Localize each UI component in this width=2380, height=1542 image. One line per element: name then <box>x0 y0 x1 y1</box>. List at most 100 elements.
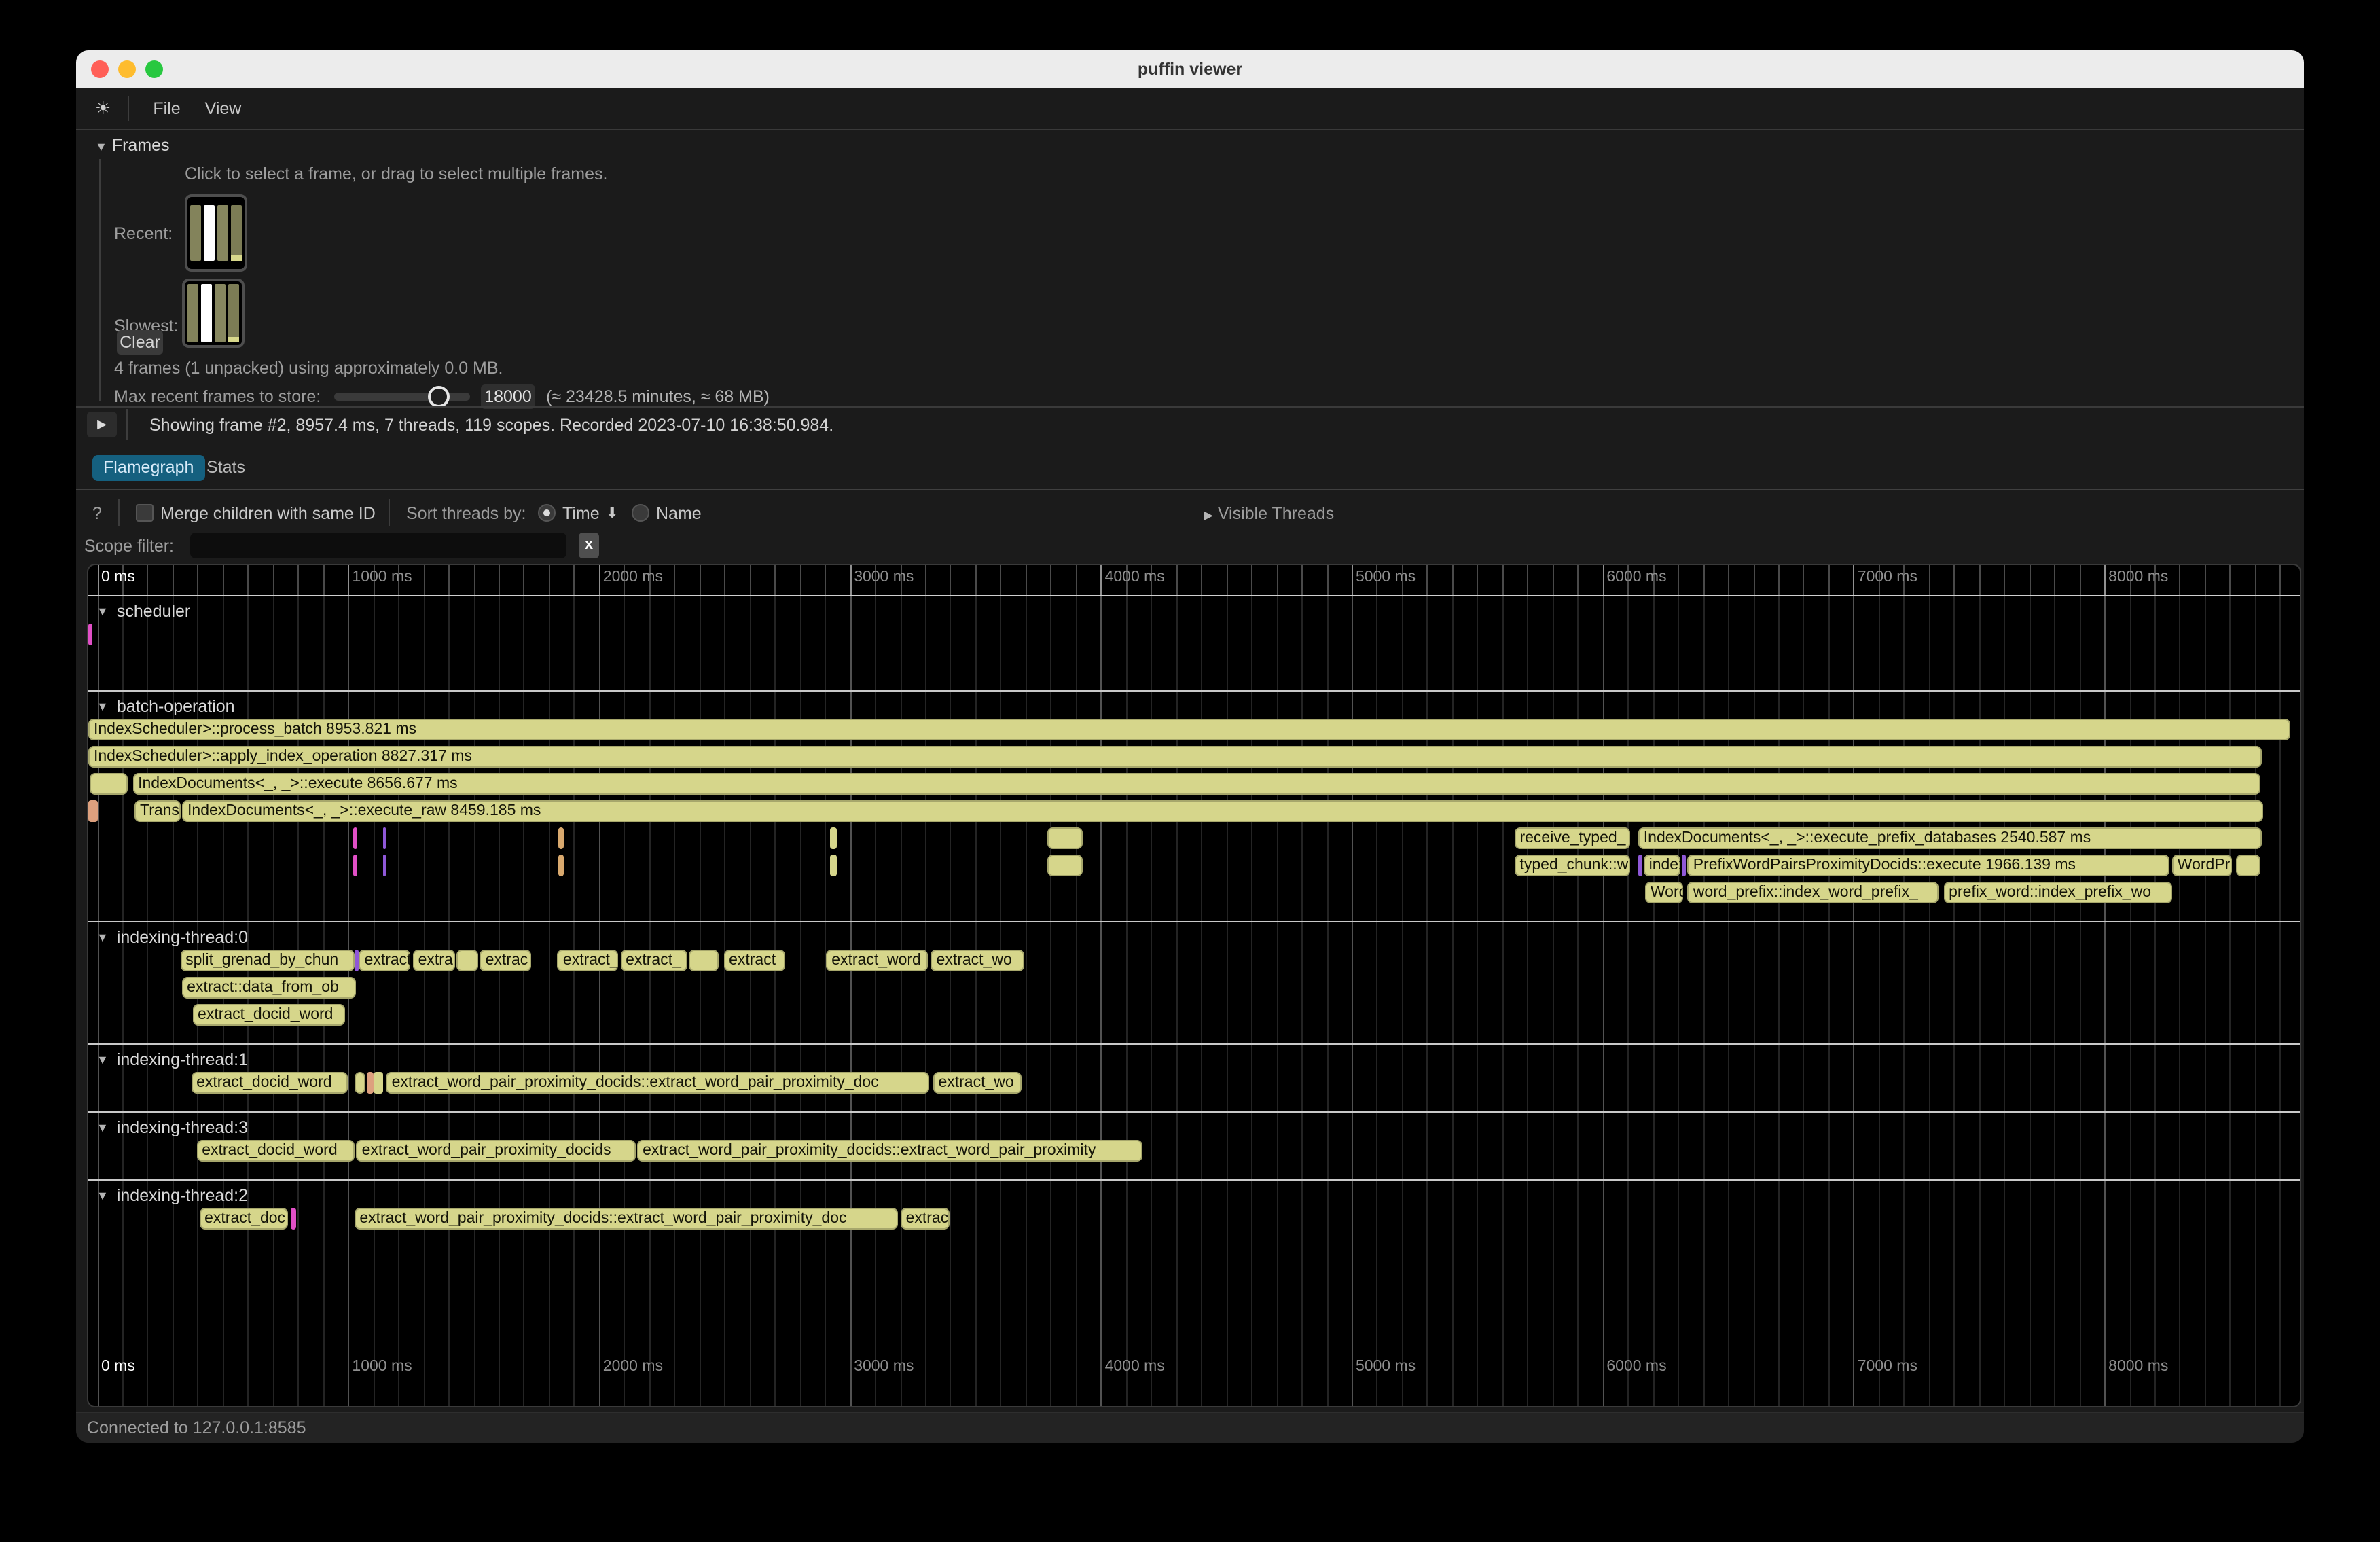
thread-header-scheduler[interactable]: ▼scheduler <box>88 599 2300 624</box>
scope-bar[interactable] <box>829 855 836 876</box>
scope-bar[interactable]: extract <box>723 950 785 971</box>
frame-thumbnail-bar[interactable] <box>231 205 242 262</box>
scope-bar[interactable]: typed_chunk::w <box>1514 855 1630 876</box>
scope-bar[interactable] <box>367 1072 374 1094</box>
scope-bar[interactable] <box>374 1072 383 1094</box>
scope-bar[interactable]: receive_typed_ <box>1514 827 1630 849</box>
scope-bar[interactable]: extract_docid_word <box>196 1140 354 1162</box>
scope-bar[interactable] <box>355 950 359 971</box>
slowest-frames-thumbnail[interactable] <box>182 279 245 348</box>
scope-bar[interactable] <box>2236 855 2261 876</box>
scope-bar[interactable] <box>1047 855 1083 876</box>
scope-bar[interactable] <box>88 800 97 822</box>
scope-bar[interactable]: WordPr <box>2172 855 2233 876</box>
scope-bar[interactable]: IndexScheduler>::process_batch 8953.821 … <box>88 719 2291 740</box>
sort-time-radio[interactable] <box>538 504 556 522</box>
frame-thumbnail-bar[interactable] <box>187 284 198 342</box>
frame-thumbnail-bar[interactable] <box>228 284 239 342</box>
scope-bar[interactable] <box>353 827 357 849</box>
scope-bar[interactable]: extract_docid_word <box>191 1072 347 1094</box>
max-frames-value[interactable]: 18000 <box>481 384 535 409</box>
desktop: puffin viewer ☀ File View ▼ Frames Click… <box>0 0 2380 1542</box>
scope-bar[interactable] <box>90 773 128 795</box>
thread-header-batch-operation[interactable]: ▼batch-operation <box>88 694 2300 719</box>
scope-bar[interactable]: extrac <box>901 1208 950 1230</box>
frame-thumbnail-bar[interactable] <box>217 205 228 262</box>
thread-header-indexing-thread:1[interactable]: ▼indexing-thread:1 <box>88 1047 2300 1072</box>
scope-bar[interactable]: IndexDocuments<_, _>::execute_prefix_dat… <box>1638 827 2262 849</box>
scope-bar[interactable] <box>559 855 563 876</box>
scope-bar[interactable]: IndexDocuments<_, _>::execute 8656.677 m… <box>132 773 2261 795</box>
scope-filter-input[interactable] <box>190 533 566 558</box>
frame-thumbnail-bar[interactable] <box>204 205 215 262</box>
scope-bar[interactable]: extract_word_pair_proximity_docids::extr… <box>386 1072 930 1094</box>
scope-bar[interactable]: extract <box>359 950 411 971</box>
minimize-window-icon[interactable] <box>118 60 136 78</box>
scope-bar[interactable]: extract_wo <box>931 950 1024 971</box>
max-frames-slider[interactable] <box>334 393 470 401</box>
frame-thumbnail-bar[interactable] <box>215 284 226 342</box>
scope-bar[interactable]: extract_doc <box>199 1208 287 1230</box>
scope-bar[interactable]: index <box>1644 855 1681 876</box>
scope-bar[interactable]: word_prefix::index_word_prefix_ <box>1688 882 1939 903</box>
scope-bar[interactable] <box>559 827 563 849</box>
scope-bar[interactable] <box>88 624 92 645</box>
scope-bar[interactable]: extract_word <box>826 950 928 971</box>
scope-filter-clear-button[interactable]: x <box>579 533 599 558</box>
scope-bar[interactable]: extract_ <box>620 950 687 971</box>
title-bar[interactable]: puffin viewer <box>76 50 2304 88</box>
scope-bar[interactable] <box>1682 855 1687 876</box>
scope-bar[interactable]: extract_word_pair_proximity_docids::extr… <box>637 1140 1142 1162</box>
scope-bar[interactable]: extract_docid_word <box>192 1004 344 1026</box>
thread-header-indexing-thread:0[interactable]: ▼indexing-thread:0 <box>88 925 2300 950</box>
frames-collapsing-header[interactable]: ▼ Frames <box>95 136 170 155</box>
scope-bar[interactable]: extract_wo <box>933 1072 1022 1094</box>
tab-stats[interactable]: Stats <box>196 455 256 481</box>
recent-frames-thumbnail[interactable] <box>185 194 247 272</box>
scope-bar[interactable]: Word <box>1645 882 1684 903</box>
flamegraph-panel[interactable]: ▼scheduler▼batch-operationIndexScheduler… <box>87 564 2301 1407</box>
scope-bar[interactable] <box>382 855 385 876</box>
frame-thumbnail-bar[interactable] <box>201 284 212 342</box>
scope-bar[interactable]: PrefixWordPairsProximityDocids::execute … <box>1688 855 2169 876</box>
scope-bar[interactable]: extrac <box>480 950 532 971</box>
scope-bar[interactable]: extract_word_pair_proximity_docids <box>357 1140 636 1162</box>
frame-thumbnail-bar[interactable] <box>190 205 201 262</box>
thread-header-indexing-thread:2[interactable]: ▼indexing-thread:2 <box>88 1183 2300 1208</box>
scope-bar[interactable]: prefix_word::index_prefix_wo <box>1943 882 2171 903</box>
scope-bar[interactable] <box>1047 827 1083 849</box>
scope-bar[interactable] <box>290 1208 296 1230</box>
scope-bar[interactable]: IndexDocuments<_, _>::execute_raw 8459.1… <box>182 800 2263 822</box>
tab-flamegraph[interactable]: Flamegraph <box>92 455 204 481</box>
max-frames-slider-knob[interactable] <box>428 386 450 408</box>
scope-bar[interactable]: extract::data_from_ob <box>181 977 356 999</box>
scope-bar[interactable]: Trans <box>134 800 180 822</box>
scope-bar[interactable]: split_grenad_by_chun <box>180 950 354 971</box>
scope-row <box>88 624 2300 645</box>
play-button[interactable]: ▶ <box>87 412 117 437</box>
scope-bar[interactable] <box>353 855 357 876</box>
theme-toggle-sun-icon[interactable]: ☀ <box>95 98 111 120</box>
sort-name-radio[interactable] <box>632 504 649 522</box>
close-window-icon[interactable] <box>91 60 109 78</box>
thread-header-indexing-thread:3[interactable]: ▼indexing-thread:3 <box>88 1115 2300 1140</box>
scope-bar[interactable] <box>355 1072 365 1094</box>
collapse-triangle-icon: ▼ <box>96 1121 109 1134</box>
sort-direction-arrow-icon[interactable]: ⬇ <box>606 504 618 522</box>
scope-bar[interactable] <box>689 950 719 971</box>
scope-bar[interactable] <box>457 950 478 971</box>
scope-bar[interactable]: IndexScheduler>::apply_index_operation 8… <box>88 746 2261 768</box>
clear-button[interactable]: Clear <box>117 330 163 355</box>
scope-bar[interactable]: extra <box>413 950 455 971</box>
menu-view[interactable]: View <box>205 99 242 118</box>
scope-bar[interactable] <box>829 827 836 849</box>
scope-bar[interactable]: extract_ <box>558 950 618 971</box>
menu-file[interactable]: File <box>153 99 180 118</box>
scope-bar[interactable] <box>1638 855 1642 876</box>
help-button[interactable]: ? <box>92 504 102 523</box>
scope-bar[interactable] <box>382 827 385 849</box>
zoom-window-icon[interactable] <box>145 60 163 78</box>
merge-children-checkbox[interactable] <box>136 504 154 522</box>
scope-bar[interactable]: extract_word_pair_proximity_docids::extr… <box>354 1208 897 1230</box>
visible-threads-header[interactable]: ▶ Visible Threads <box>1204 504 1334 523</box>
